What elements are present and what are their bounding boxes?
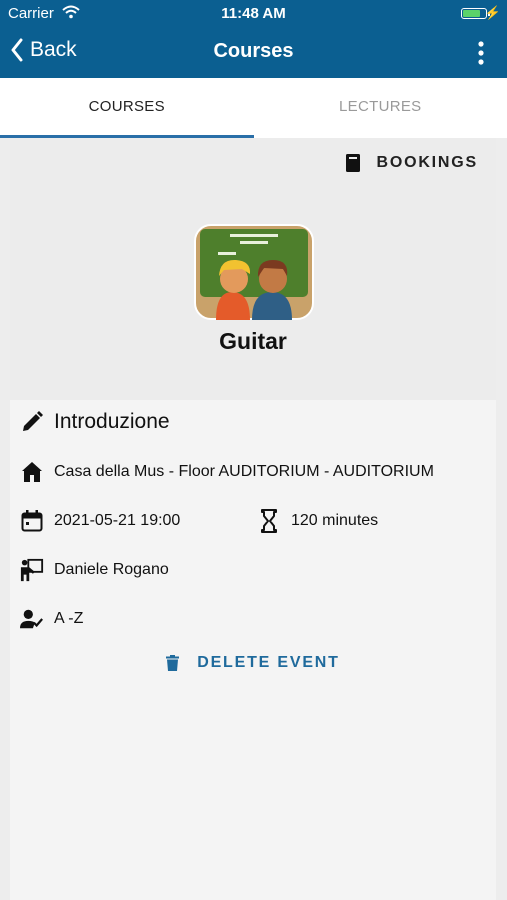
event-group: A -Z <box>54 610 84 627</box>
event-teacher-row: Daniele Rogano <box>20 558 169 582</box>
event-duration: 120 minutes <box>291 512 379 529</box>
delete-event-label: DELETE EVENT <box>197 654 340 671</box>
teacher-icon <box>20 558 44 582</box>
bookings-label: BOOKINGS <box>376 154 478 171</box>
back-button[interactable]: Back <box>10 38 77 62</box>
status-time: 11:48 AM <box>221 5 286 22</box>
trash-icon <box>166 655 180 671</box>
event-location: Casa della Mus - Floor AUDITORIUM - AUDI… <box>54 463 434 480</box>
home-icon <box>20 460 44 484</box>
battery-icon <box>461 8 490 19</box>
event-datetime: 2021-05-21 19:00 <box>54 512 181 529</box>
back-label: Back <box>30 38 77 61</box>
tab-courses[interactable]: COURSES <box>0 78 254 138</box>
event-duration-row: 120 minutes <box>257 509 378 533</box>
calendar-icon <box>20 509 44 533</box>
tab-bar: COURSES LECTURES <box>0 78 507 138</box>
tab-lectures[interactable]: LECTURES <box>254 78 507 138</box>
status-bar: Carrier 11:48 AM ⚡ <box>0 0 507 28</box>
course-name: Guitar <box>219 328 287 354</box>
hourglass-icon <box>257 509 281 533</box>
bookings-button[interactable]: BOOKINGS <box>346 154 478 172</box>
course-image <box>194 224 314 320</box>
event-card: Introduzione Casa della Mus - Floor AUDI… <box>10 400 496 900</box>
charging-icon: ⚡ <box>484 5 501 20</box>
more-vertical-icon[interactable] <box>477 40 485 66</box>
chevron-left-icon <box>11 38 23 62</box>
event-location-row: Casa della Mus - Floor AUDITORIUM - AUDI… <box>20 460 434 484</box>
event-teacher: Daniele Rogano <box>54 561 169 578</box>
event-datetime-row: 2021-05-21 19:00 <box>20 509 180 533</box>
user-check-icon <box>20 607 44 631</box>
event-group-row: A -Z <box>20 607 83 631</box>
delete-event-button[interactable]: DELETE EVENT <box>10 654 496 672</box>
event-title: Introduzione <box>54 410 170 433</box>
book-icon <box>346 154 361 172</box>
pencil-icon <box>20 410 44 434</box>
navigation-bar: Back Courses <box>0 28 507 78</box>
event-title-row: Introduzione <box>20 410 170 434</box>
course-header: BOOKINGS Guitar <box>10 138 496 400</box>
